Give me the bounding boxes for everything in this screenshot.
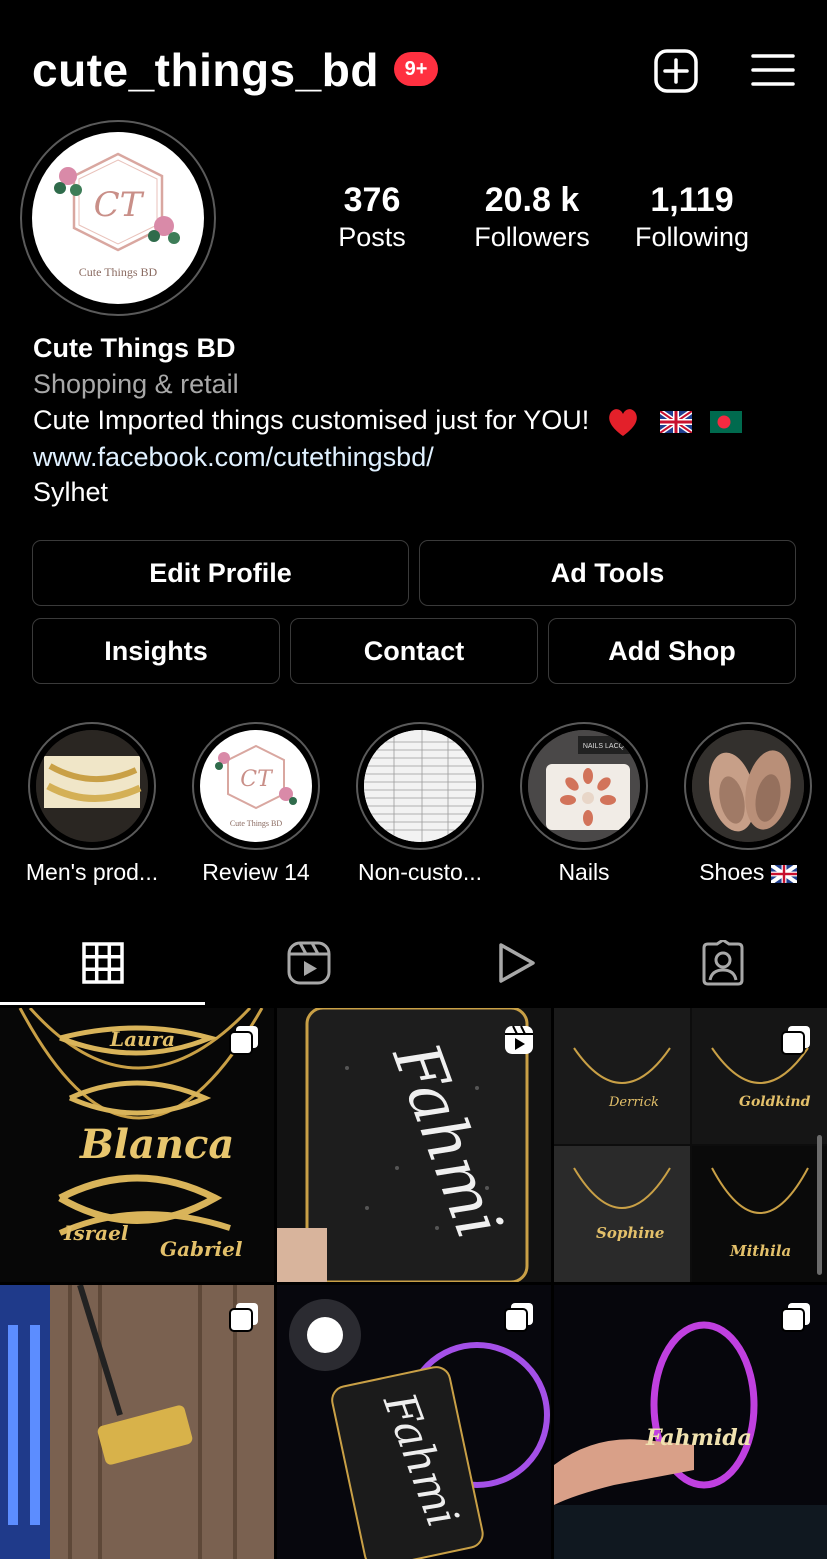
following-count: 1,119 (650, 181, 734, 219)
uk-flag-icon (770, 864, 797, 883)
avatar[interactable]: CT Cute Things BD (32, 132, 204, 304)
highlight-mens-products-cover[interactable] (36, 730, 148, 842)
highlight-label[interactable]: Review 14 (171, 856, 341, 888)
necklace-name: Gabriel (160, 1237, 243, 1261)
post-thumbnail[interactable]: Fahmida (554, 1285, 827, 1559)
posts-label: Posts (338, 222, 406, 252)
grid-icon[interactable] (80, 940, 126, 986)
highlight-label[interactable]: Men's prod... (7, 856, 177, 888)
avatar-caption: Cute Things BD (79, 265, 158, 279)
insights-button[interactable]: Insights (32, 618, 280, 684)
carousel-icon (229, 1026, 258, 1055)
necklace-name: Goldkind (739, 1094, 811, 1110)
profile-location: Sylhet (33, 477, 109, 507)
profile-username[interactable]: cute_things_bd (32, 40, 379, 100)
bangladesh-flag-icon (709, 410, 742, 433)
tagged-person-icon[interactable] (700, 940, 746, 986)
followers-count: 20.8 k (484, 181, 580, 219)
contact-button[interactable]: Contact (290, 618, 538, 684)
avatar-monogram: CT (94, 185, 145, 225)
play-icon[interactable] (493, 940, 539, 986)
profile-category: Shopping & retail (33, 369, 239, 399)
review-caption: Cute Things BD (230, 819, 283, 828)
followers-stat[interactable]: 20.8 k Followers (462, 180, 602, 254)
edit-profile-button[interactable]: Edit Profile (32, 540, 409, 606)
highlight-shoes-cover[interactable] (692, 730, 804, 842)
highlight-review-14-cover[interactable]: CT Cute Things BD (200, 730, 312, 842)
necklace-name: Blanca (79, 1121, 234, 1168)
necklace-name: Sophine (596, 1224, 664, 1242)
carousel-icon (781, 1303, 810, 1332)
highlight-shoes-label: Shoes (699, 859, 765, 885)
carousel-icon (229, 1303, 258, 1332)
reels-icon[interactable] (286, 940, 332, 986)
post-thumbnail[interactable]: Fahmi (277, 1285, 551, 1559)
profile-website-link[interactable]: www.facebook.com/cutethingsbd/ (33, 439, 434, 475)
scrollbar[interactable] (817, 1135, 822, 1275)
following-label: Following (634, 222, 750, 252)
selected-tab-indicator (0, 1002, 205, 1005)
highlight-label[interactable]: Non-custo... (335, 856, 505, 888)
hamburger-menu-icon[interactable] (750, 48, 796, 94)
review-monogram: CT (240, 767, 274, 792)
uk-flag-icon (660, 410, 693, 433)
profile-display-name: Cute Things BD (33, 333, 236, 363)
following-stat[interactable]: 1,119 Following (622, 180, 762, 254)
posts-count: 376 (343, 181, 401, 219)
reel-icon (505, 1025, 533, 1054)
add-shop-button[interactable]: Add Shop (548, 618, 796, 684)
post-thumbnail[interactable]: Laura Blanca Israel Gabriel (0, 1008, 274, 1282)
highlight-nails-cover[interactable]: NAILS LACQU (528, 730, 640, 842)
red-heart-icon (608, 408, 637, 436)
post-thumbnail[interactable]: Derrick Goldkind Sophine Mithila (554, 1008, 827, 1282)
followers-label: Followers (474, 222, 590, 252)
necklace-name: Mithila (729, 1242, 791, 1260)
highlight-label[interactable]: Nails (499, 856, 669, 888)
post-thumbnail[interactable] (0, 1285, 274, 1559)
plus-square-icon[interactable] (653, 48, 699, 94)
carousel-icon (781, 1026, 810, 1055)
highlight-non-customised-cover[interactable] (364, 730, 476, 842)
notification-badge[interactable]: 9+ (394, 52, 438, 86)
ad-tools-button[interactable]: Ad Tools (419, 540, 796, 606)
posts-stat[interactable]: 376 Posts (312, 180, 432, 254)
necklace-name: Israel (63, 1221, 129, 1245)
description-text: Cute Imported things customised just for… (33, 405, 590, 435)
highlight-label[interactable]: Shoes (663, 856, 827, 888)
necklace-name: Fahmida (645, 1425, 752, 1451)
carousel-icon (504, 1303, 533, 1332)
necklace-name: Laura (109, 1027, 175, 1051)
profile-description: Cute Imported things customised just for… (33, 402, 742, 438)
necklace-name: Derrick (608, 1095, 659, 1110)
post-thumbnail[interactable]: Fahmi (277, 1008, 551, 1282)
